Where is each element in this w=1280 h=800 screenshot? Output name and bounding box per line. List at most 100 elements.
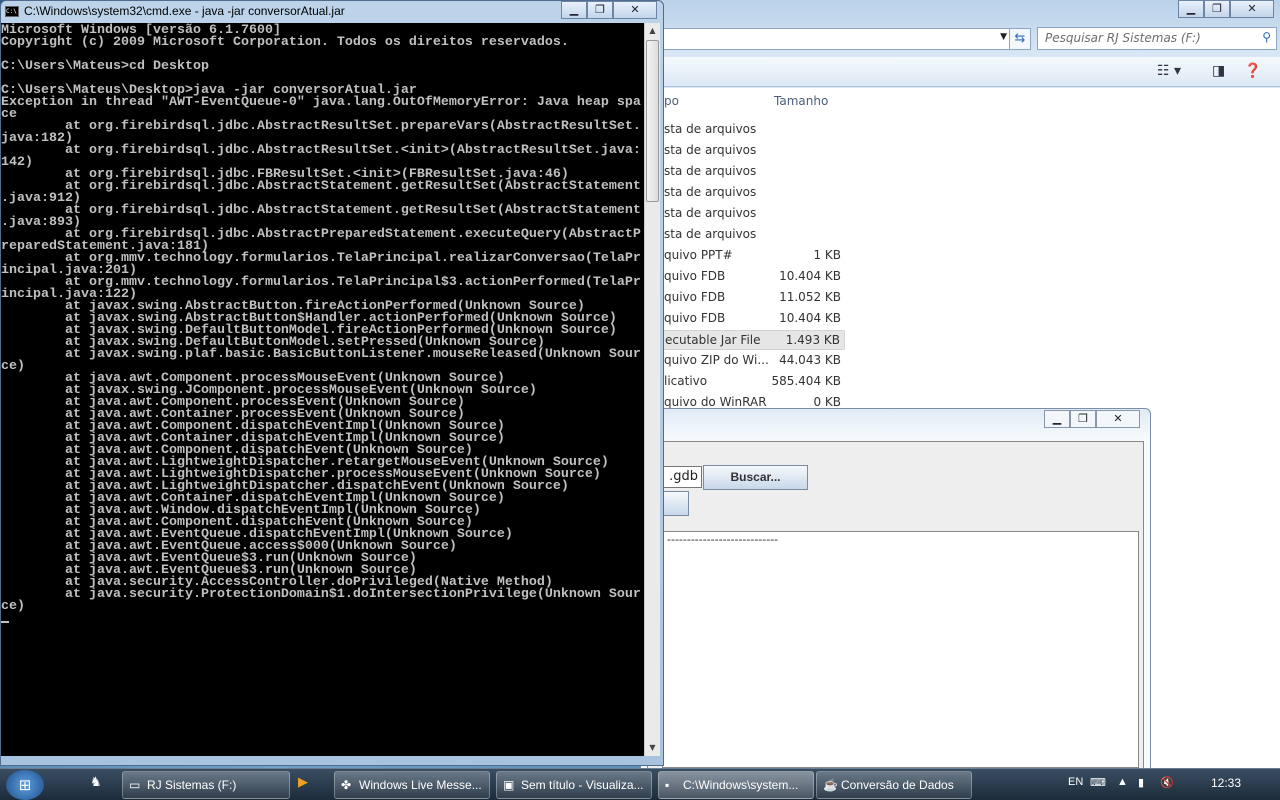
column-header-type[interactable]: po — [664, 94, 679, 108]
java-app-content: .gdb Buscar... -------------------------… — [647, 441, 1144, 769]
console-line: at javax.swing.plaf.basic.BasicButtonLis… — [1, 347, 641, 362]
taskbar-item[interactable]: ☕ Conversão de Dados — [816, 771, 972, 799]
search-placeholder: Pesquisar RJ Sistemas (F:) — [1045, 31, 1201, 45]
show-hidden-icons[interactable]: ▲ — [1117, 776, 1128, 788]
refresh-icon[interactable]: ⇆ — [1009, 28, 1031, 50]
file-path-field[interactable]: .gdb — [662, 466, 702, 488]
power-icon[interactable]: ▮ — [1138, 776, 1144, 789]
viewer-icon: ▣ — [503, 778, 515, 792]
file-type: quivo FDB — [664, 269, 726, 283]
maximize-button[interactable]: ❐ — [1070, 410, 1096, 428]
taskbar-item-label: Sem título - Visualiza... — [521, 778, 644, 792]
console-line: Exception in thread "AWT-EventQueue-0" j… — [1, 95, 641, 110]
file-size: 11.052 KB — [779, 290, 841, 304]
console-line: ce) — [1, 599, 25, 614]
file-size: 1.493 KB — [785, 333, 840, 347]
address-bar[interactable]: ▼ — [660, 28, 1012, 50]
minimize-button[interactable]: ▁ — [1178, 0, 1204, 18]
language-indicator[interactable]: EN — [1068, 776, 1083, 788]
cmd-icon: ▪ — [665, 778, 670, 792]
file-size: 10.404 KB — [779, 269, 841, 283]
file-type: licativo — [664, 374, 708, 388]
taskbar-item-label: Conversão de Dados — [841, 778, 954, 792]
file-row[interactable]: licativo 585.404 KB — [660, 372, 845, 392]
taskbar-item[interactable]: ▣ Sem título - Visualiza... — [496, 771, 652, 799]
quick-launch-icon[interactable]: ♞ — [90, 775, 102, 790]
file-row[interactable]: quivo FDB 10.404 KB — [660, 309, 845, 329]
file-type: sta de arquivos — [664, 206, 757, 220]
file-type: sta de arquivos — [664, 122, 757, 136]
scroll-down-icon[interactable]: ▼ — [645, 740, 660, 756]
chevron-down-icon[interactable]: ▼ — [1000, 32, 1007, 42]
file-row[interactable]: sta de arquivos — [660, 120, 845, 140]
scroll-up-icon[interactable]: ▲ — [645, 23, 660, 39]
file-size: 1 KB — [813, 248, 841, 262]
file-row[interactable]: sta de arquivos — [660, 225, 845, 245]
help-icon[interactable]: ❓ — [1244, 63, 1261, 79]
console-line: C:\Users\Mateus>cd Desktop — [1, 59, 209, 74]
file-row[interactable]: ecutable Jar File 1.493 KB — [660, 330, 845, 350]
search-input[interactable]: Pesquisar RJ Sistemas (F:) ⚲ — [1037, 27, 1277, 50]
output-textarea[interactable]: ---------------------------- — [662, 531, 1139, 768]
preview-pane-icon[interactable]: ◨ — [1212, 63, 1225, 79]
taskbar-item[interactable]: ▭ RJ Sistemas (F:) — [122, 771, 290, 799]
file-size: 10.404 KB — [779, 311, 841, 325]
file-row[interactable]: quivo FDB 10.404 KB — [660, 267, 845, 287]
taskbar-item[interactable]: ▪ C:\Windows\system... — [658, 771, 814, 799]
window-title: C:\Windows\system32\cmd.exe - java -jar … — [24, 4, 345, 18]
cmd-icon: C:\ — [5, 5, 19, 17]
messenger-icon: ✤ — [341, 778, 352, 792]
cmd-window: C:\ C:\Windows\system32\cmd.exe - java -j… — [0, 0, 664, 766]
maximize-button[interactable]: ❐ — [1204, 0, 1230, 18]
file-row[interactable]: quivo ZIP do Wi... 44.043 KB — [660, 351, 845, 371]
file-row[interactable]: sta de arquivos — [660, 183, 845, 203]
maximize-button[interactable]: ❐ — [587, 1, 613, 19]
file-type: sta de arquivos — [664, 164, 757, 178]
column-header-size[interactable]: Tamanho — [774, 94, 828, 108]
browse-button[interactable]: Buscar... — [703, 465, 808, 490]
scroll-thumb[interactable] — [646, 40, 659, 202]
media-player-icon[interactable]: ▶ — [298, 775, 308, 790]
close-button[interactable]: ✕ — [1096, 410, 1140, 428]
file-type: quivo do WinRAR — [664, 395, 767, 409]
console-output[interactable]: Microsoft Windows [versão 6.1.7600] Copyr… — [1, 23, 644, 756]
file-type: sta de arquivos — [664, 185, 757, 199]
console-line: at java.security.ProtectionDomain$1.doIn… — [1, 587, 641, 602]
file-size: 0 KB — [813, 395, 841, 409]
vertical-scrollbar[interactable]: ▲ ▼ — [644, 23, 660, 756]
text-cursor — [1, 621, 9, 623]
file-row[interactable]: sta de arquivos — [660, 141, 845, 161]
file-row[interactable]: sta de arquivos — [660, 162, 845, 182]
close-button[interactable]: ✕ — [1230, 0, 1274, 18]
java-icon: ☕ — [823, 778, 838, 792]
keyboard-icon[interactable]: ⌨ — [1090, 776, 1106, 789]
taskbar-item[interactable]: ✤ Windows Live Messe... — [334, 771, 490, 799]
file-type: sta de arquivos — [664, 143, 757, 157]
java-app-window: ▁ ❐ ✕ .gdb Buscar... -------------------… — [640, 408, 1151, 770]
file-size: 585.404 KB — [771, 374, 841, 388]
file-row[interactable]: sta de arquivos — [660, 204, 845, 224]
explorer-toolbar: ☷ ▾ ◨ ❓ — [660, 57, 1280, 87]
file-type: quivo FDB — [664, 290, 726, 304]
file-type: quivo ZIP do Wi... — [664, 353, 769, 367]
file-type: ecutable Jar File — [665, 333, 761, 347]
taskbar: ⊞ ♞ ▶ ▭ RJ Sistemas (F:) ✤ Windows Live Mes… — [0, 768, 1280, 800]
console-line: at org.firebirdsql.jdbc.AbstractStatemen… — [1, 203, 641, 218]
start-button[interactable]: ⊞ — [6, 770, 44, 800]
close-button[interactable]: ✕ — [613, 1, 657, 19]
file-row[interactable]: quivo FDB 11.052 KB — [660, 288, 845, 308]
file-type: quivo FDB — [664, 311, 726, 325]
taskbar-item-label: Windows Live Messe... — [359, 778, 482, 792]
taskbar-item-label: C:\Windows\system... — [683, 778, 799, 792]
view-options-icon[interactable]: ☷ ▾ — [1157, 63, 1181, 79]
minimize-button[interactable]: ▁ — [561, 1, 587, 19]
file-row[interactable]: quivo PPT# 1 KB — [660, 246, 845, 266]
minimize-button[interactable]: ▁ — [1044, 410, 1070, 428]
drive-icon: ▭ — [129, 778, 141, 792]
volume-icon[interactable]: 🔇 — [1160, 776, 1174, 789]
taskbar-item-label: RJ Sistemas (F:) — [147, 778, 237, 792]
search-icon[interactable]: ⚲ — [1262, 30, 1271, 44]
clock[interactable]: 12:33 — [1211, 776, 1241, 790]
convert-button[interactable] — [662, 491, 689, 516]
console-line: at org.firebirdsql.jdbc.AbstractResultSe… — [1, 119, 641, 134]
